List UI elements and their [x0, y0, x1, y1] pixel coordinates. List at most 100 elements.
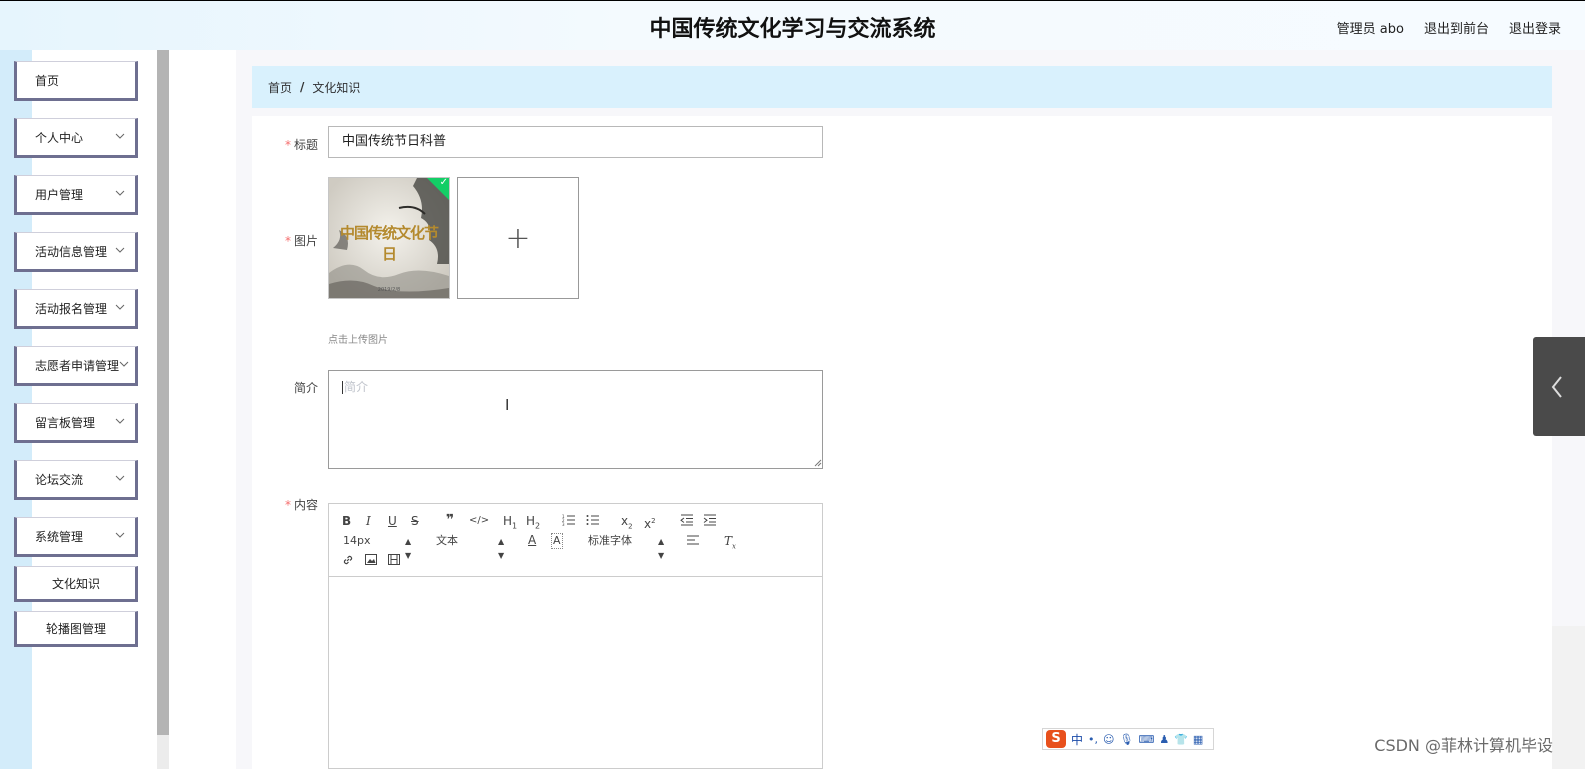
intro-textarea[interactable]: 简介	[328, 370, 823, 469]
keyboard-icon[interactable]: ⌨	[1138, 733, 1154, 746]
background-color-icon[interactable]: A	[551, 533, 563, 549]
chevron-down-icon	[115, 133, 125, 139]
text-caret	[342, 381, 343, 394]
sidebar-item-user-management[interactable]: 用户管理	[14, 175, 138, 215]
content-label-text: 内容	[293, 498, 318, 512]
sidebar-scrollbar-thumb[interactable]	[157, 50, 169, 735]
side-panel-toggle[interactable]	[1533, 337, 1585, 436]
clean-format-icon[interactable]: Tx	[724, 534, 736, 553]
indent-icon[interactable]	[703, 514, 716, 526]
check-icon: ✓	[439, 177, 448, 188]
outdent-icon[interactable]	[680, 514, 693, 526]
admin-user-link[interactable]: 管理员 abo	[1337, 18, 1404, 37]
sidebar-subitem-label: 文化知识	[51, 576, 100, 591]
required-mark: *	[284, 498, 291, 512]
sidebar-item-activity-info[interactable]: 活动信息管理	[14, 232, 138, 272]
exit-to-frontend-link[interactable]: 退出到前台	[1424, 18, 1489, 37]
bullet-list-icon[interactable]	[586, 514, 599, 526]
title-input[interactable]: 中国传统节日科普	[328, 126, 823, 158]
breadcrumb-home[interactable]: 首页	[268, 79, 292, 96]
toolbox-icon[interactable]: ▦	[1193, 733, 1203, 746]
chevron-down-icon	[115, 304, 125, 310]
align-icon[interactable]	[686, 535, 699, 546]
link-icon[interactable]	[342, 554, 354, 566]
sidebar-item-activity-signup[interactable]: 活动报名管理	[14, 289, 138, 329]
svg-text:3: 3	[562, 522, 565, 526]
sidebar-subitem-culture-knowledge[interactable]: 文化知识	[14, 566, 138, 602]
title-label-text: 标题	[293, 138, 318, 152]
image-thumb-small-text: 2019/2/8	[377, 287, 401, 293]
font-color-icon[interactable]: A	[528, 533, 536, 547]
skin-shirt-icon[interactable]: 👕	[1174, 733, 1188, 746]
breadcrumb-current: 文化知识	[312, 80, 361, 95]
video-icon[interactable]	[388, 554, 400, 565]
superscript-icon[interactable]: x2	[644, 514, 656, 531]
underline-icon[interactable]: U	[388, 514, 397, 528]
emoji-icon[interactable]: ☺	[1103, 733, 1114, 746]
header-select[interactable]: 文本 ▲ ▼	[436, 534, 504, 560]
resize-grip-icon[interactable]	[814, 459, 822, 467]
punctuation-icon[interactable]: •,	[1088, 733, 1098, 746]
upload-hint: 点击上传图片	[328, 335, 388, 346]
breadcrumb-separator: /	[300, 80, 305, 94]
sidebar-item-volunteer[interactable]: 志愿者申请管理	[14, 346, 138, 386]
sogou-logo-icon: S	[1046, 730, 1066, 748]
content-label: * 内容	[248, 496, 318, 513]
sidebar-item-home[interactable]: 首页	[14, 61, 138, 101]
subscript-icon[interactable]: x2	[621, 514, 633, 533]
ime-mode-chinese[interactable]: 中	[1071, 731, 1083, 748]
sidebar-item-label: 留言板管理	[35, 415, 96, 430]
microphone-icon[interactable]: 🎙	[1119, 733, 1133, 746]
chevron-down-icon	[115, 247, 125, 253]
sidebar-item-label: 用户管理	[35, 187, 84, 202]
main-left-gutter	[169, 50, 236, 769]
sidebar-item-label: 首页	[35, 73, 60, 88]
font-size-select[interactable]: 14px ▲ ▼	[343, 534, 411, 560]
ibeam-cursor-icon: I	[505, 396, 510, 414]
sidebar-item-label: 个人中心	[35, 130, 84, 145]
sidebar-item-system[interactable]: 系统管理	[14, 517, 138, 557]
chevron-down-icon	[115, 475, 125, 481]
title-label: * 标题	[248, 136, 318, 153]
editor-toolbar: B I U S ❞ </> H1 H2 123 x2 x2 14px ▲ ▼ 文本 ▲…	[329, 504, 822, 577]
chevron-down-icon	[119, 361, 129, 367]
top-header: 中国传统文化学习与交流系统 管理员 abo 退出到前台 退出登录	[0, 0, 1585, 50]
image-upload-button[interactable]: +	[457, 177, 579, 299]
header1-icon[interactable]: H1	[503, 514, 517, 533]
italic-icon[interactable]: I	[366, 514, 371, 528]
bold-icon[interactable]: B	[342, 514, 351, 528]
chevron-down-icon	[115, 532, 125, 538]
plus-icon: +	[505, 220, 531, 256]
code-block-icon[interactable]: </>	[469, 514, 489, 528]
image-icon[interactable]	[365, 554, 377, 565]
sidebar-item-label: 活动信息管理	[35, 244, 108, 259]
sidebar-item-label: 系统管理	[35, 529, 84, 544]
font-family-select[interactable]: 标准字体 ▲ ▼	[588, 534, 664, 560]
sidebar-item-message-board[interactable]: 留言板管理	[14, 403, 138, 443]
sidebar-item-personal-center[interactable]: 个人中心	[14, 118, 138, 158]
header-links: 管理员 abo 退出到前台 退出登录	[1337, 18, 1561, 37]
select-arrows-icon: ▲ ▼	[498, 537, 505, 560]
breadcrumb: 首页 / 文化知识	[252, 66, 1552, 108]
select-arrows-icon: ▲ ▼	[405, 537, 412, 560]
required-mark: *	[284, 234, 291, 248]
chevron-down-icon	[115, 418, 125, 424]
right-edge-panel	[1552, 626, 1585, 769]
blockquote-icon[interactable]: ❞	[446, 513, 454, 527]
font-family-value: 标准字体	[588, 534, 632, 547]
intro-label: 简介	[293, 381, 318, 395]
sidebar-item-label: 活动报名管理	[35, 301, 108, 316]
header-select-value: 文本	[436, 534, 458, 547]
font-size-value: 14px	[343, 534, 371, 547]
select-arrows-icon: ▲ ▼	[658, 537, 665, 560]
user-icon[interactable]: ♟	[1159, 733, 1169, 746]
sidebar-item-forum[interactable]: 论坛交流	[14, 460, 138, 500]
sidebar-subitem-carousel[interactable]: 轮播图管理	[14, 611, 138, 647]
ime-toolbar[interactable]: S 中 •, ☺ 🎙 ⌨ ♟ 👕 ▦	[1042, 728, 1214, 750]
ordered-list-icon[interactable]: 123	[562, 514, 575, 526]
logout-link[interactable]: 退出登录	[1509, 18, 1561, 37]
sidebar-item-label: 志愿者申请管理	[35, 358, 120, 373]
strike-icon[interactable]: S	[411, 514, 419, 528]
header2-icon[interactable]: H2	[526, 514, 540, 533]
uploaded-image-thumbnail[interactable]: 中国传统文化节日 2019/2/8 ✓	[328, 177, 450, 299]
